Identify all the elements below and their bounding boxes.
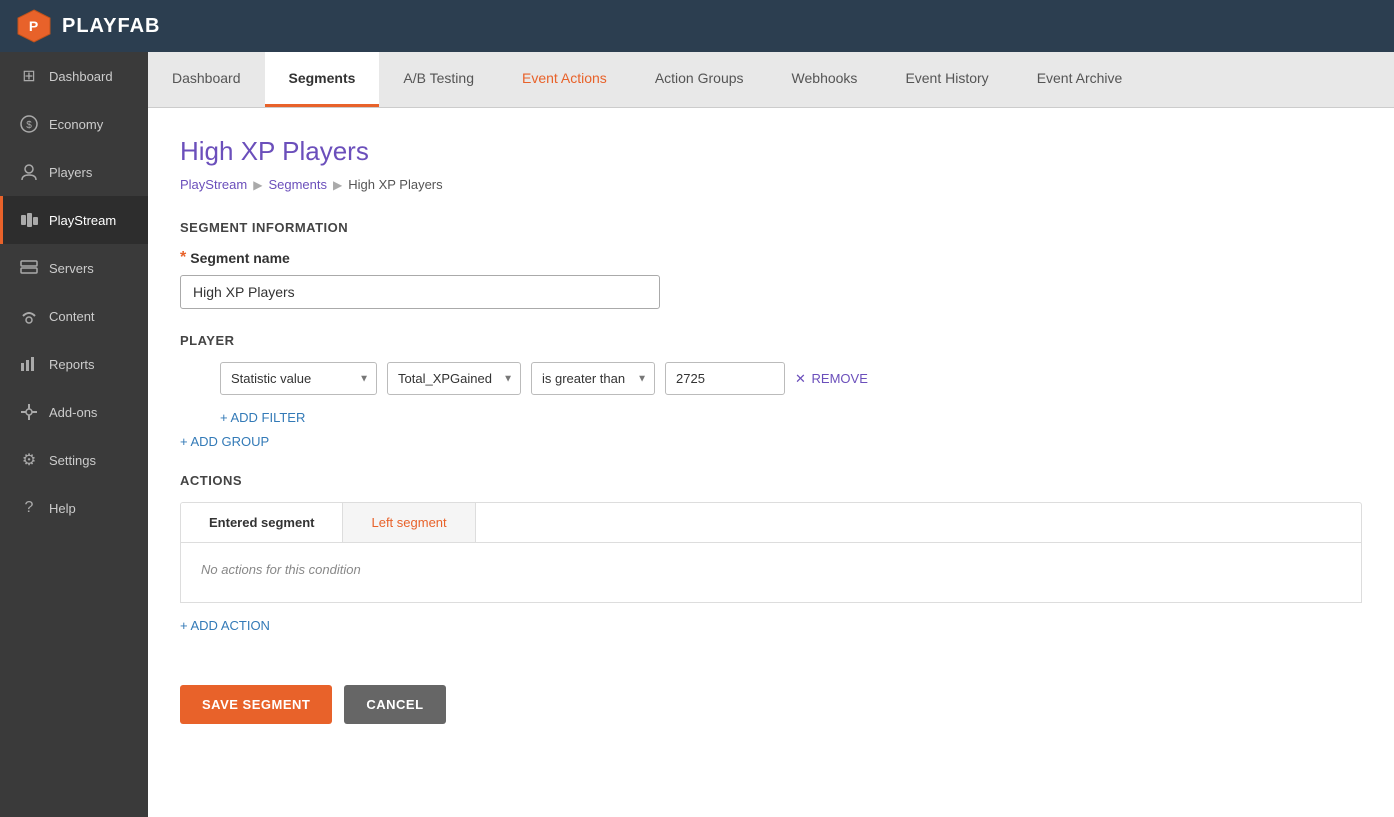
content-area: Dashboard Segments A/B Testing Event Act… — [148, 52, 1394, 817]
playstream-icon — [19, 210, 39, 230]
content-icon — [19, 306, 39, 326]
tab-event-history[interactable]: Event History — [881, 52, 1012, 107]
sidebar-label-players: Players — [49, 165, 92, 180]
sidebar-item-playstream[interactable]: PlayStream — [0, 196, 148, 244]
tab-action-groups[interactable]: Action Groups — [631, 52, 768, 107]
segment-name-label: * Segment name — [180, 249, 1362, 267]
no-actions-text: No actions for this condition — [201, 562, 361, 577]
sidebar: ⊞ Dashboard $ Economy Players PlayStream — [0, 52, 148, 817]
addons-icon — [19, 402, 39, 422]
tabs-bar: Dashboard Segments A/B Testing Event Act… — [148, 52, 1394, 108]
breadcrumb-segments[interactable]: Segments — [268, 177, 327, 192]
tab-event-actions[interactable]: Event Actions — [498, 52, 631, 107]
brand: P PLAYFAB — [16, 8, 161, 44]
filter-type-wrap: Statistic value Player level User origin… — [220, 362, 377, 395]
sidebar-label-settings: Settings — [49, 453, 96, 468]
filter-stat-select[interactable]: Total_XPGained PlayerLevel GamesPlayed — [387, 362, 521, 395]
players-icon — [19, 162, 39, 182]
breadcrumb-sep-1: ▶ — [253, 178, 262, 192]
tab-event-archive[interactable]: Event Archive — [1013, 52, 1147, 107]
sidebar-item-dashboard[interactable]: ⊞ Dashboard — [0, 52, 148, 100]
save-segment-button[interactable]: SAVE SEGMENT — [180, 685, 332, 724]
page-title: High XP Players — [180, 136, 1362, 167]
dashboard-icon: ⊞ — [19, 66, 39, 86]
sidebar-label-help: Help — [49, 501, 76, 516]
player-section-label: PLAYER — [180, 333, 1362, 348]
sidebar-label-addons: Add-ons — [49, 405, 97, 420]
filter-row: Statistic value Player level User origin… — [220, 362, 1362, 395]
sidebar-item-content[interactable]: Content — [0, 292, 148, 340]
actions-tabs: Entered segment Left segment — [180, 502, 1362, 543]
servers-icon — [19, 258, 39, 278]
brand-name: PLAYFAB — [62, 15, 161, 38]
actions-content: No actions for this condition — [180, 543, 1362, 603]
required-star: * — [180, 249, 186, 267]
sidebar-item-settings[interactable]: ⚙ Settings — [0, 436, 148, 484]
help-icon: ? — [19, 498, 39, 518]
add-action-link[interactable]: + ADD ACTION — [180, 618, 270, 633]
sidebar-label-reports: Reports — [49, 357, 95, 372]
sidebar-label-dashboard: Dashboard — [49, 69, 113, 84]
segment-name-group: * Segment name — [180, 249, 1362, 309]
filter-value-input[interactable] — [665, 362, 785, 395]
sidebar-label-economy: Economy — [49, 117, 103, 132]
filter-type-select[interactable]: Statistic value Player level User origin… — [220, 362, 377, 395]
top-navbar: P PLAYFAB — [0, 0, 1394, 52]
add-filter-link[interactable]: + ADD FILTER — [220, 410, 305, 425]
breadcrumb: PlayStream ▶ Segments ▶ High XP Players — [180, 177, 1362, 192]
reports-icon — [19, 354, 39, 374]
btn-row: SAVE SEGMENT CANCEL — [180, 685, 1362, 724]
segment-info-section-label: SEGMENT INFORMATION — [180, 220, 1362, 235]
page-content: High XP Players PlayStream ▶ Segments ▶ … — [148, 108, 1394, 817]
tab-dashboard[interactable]: Dashboard — [148, 52, 265, 107]
sidebar-item-economy[interactable]: $ Economy — [0, 100, 148, 148]
breadcrumb-playstream[interactable]: PlayStream — [180, 177, 247, 192]
action-tab-entered[interactable]: Entered segment — [181, 503, 343, 542]
filter-operator-wrap: is greater than is less than is equal to… — [531, 362, 655, 395]
brand-icon: P — [16, 8, 52, 44]
filter-stat-wrap: Total_XPGained PlayerLevel GamesPlayed — [387, 362, 521, 395]
sidebar-label-content: Content — [49, 309, 95, 324]
sidebar-label-servers: Servers — [49, 261, 94, 276]
breadcrumb-sep-2: ▶ — [333, 178, 342, 192]
sidebar-item-addons[interactable]: Add-ons — [0, 388, 148, 436]
sidebar-label-playstream: PlayStream — [49, 213, 116, 228]
breadcrumb-current: High XP Players — [348, 177, 442, 192]
actions-section-label: ACTIONS — [180, 473, 1362, 488]
action-tab-left[interactable]: Left segment — [343, 503, 475, 542]
remove-x-icon: ✕ — [795, 371, 806, 386]
svg-text:P: P — [29, 18, 39, 34]
add-group-link[interactable]: + ADD GROUP — [180, 434, 269, 449]
remove-filter-link[interactable]: ✕ REMOVE — [795, 371, 868, 387]
segment-name-input[interactable] — [180, 275, 660, 309]
sidebar-item-reports[interactable]: Reports — [0, 340, 148, 388]
economy-icon: $ — [19, 114, 39, 134]
settings-icon: ⚙ — [19, 450, 39, 470]
filter-operator-select[interactable]: is greater than is less than is equal to… — [531, 362, 655, 395]
tab-segments[interactable]: Segments — [265, 52, 380, 107]
svg-text:$: $ — [26, 120, 32, 131]
segment-name-label-text: Segment name — [190, 250, 290, 266]
cancel-button[interactable]: CANCEL — [344, 685, 445, 724]
sidebar-item-servers[interactable]: Servers — [0, 244, 148, 292]
tab-ab-testing[interactable]: A/B Testing — [379, 52, 498, 107]
sidebar-item-players[interactable]: Players — [0, 148, 148, 196]
remove-label-text: REMOVE — [812, 371, 868, 386]
sidebar-item-help[interactable]: ? Help — [0, 484, 148, 532]
tab-webhooks[interactable]: Webhooks — [768, 52, 882, 107]
